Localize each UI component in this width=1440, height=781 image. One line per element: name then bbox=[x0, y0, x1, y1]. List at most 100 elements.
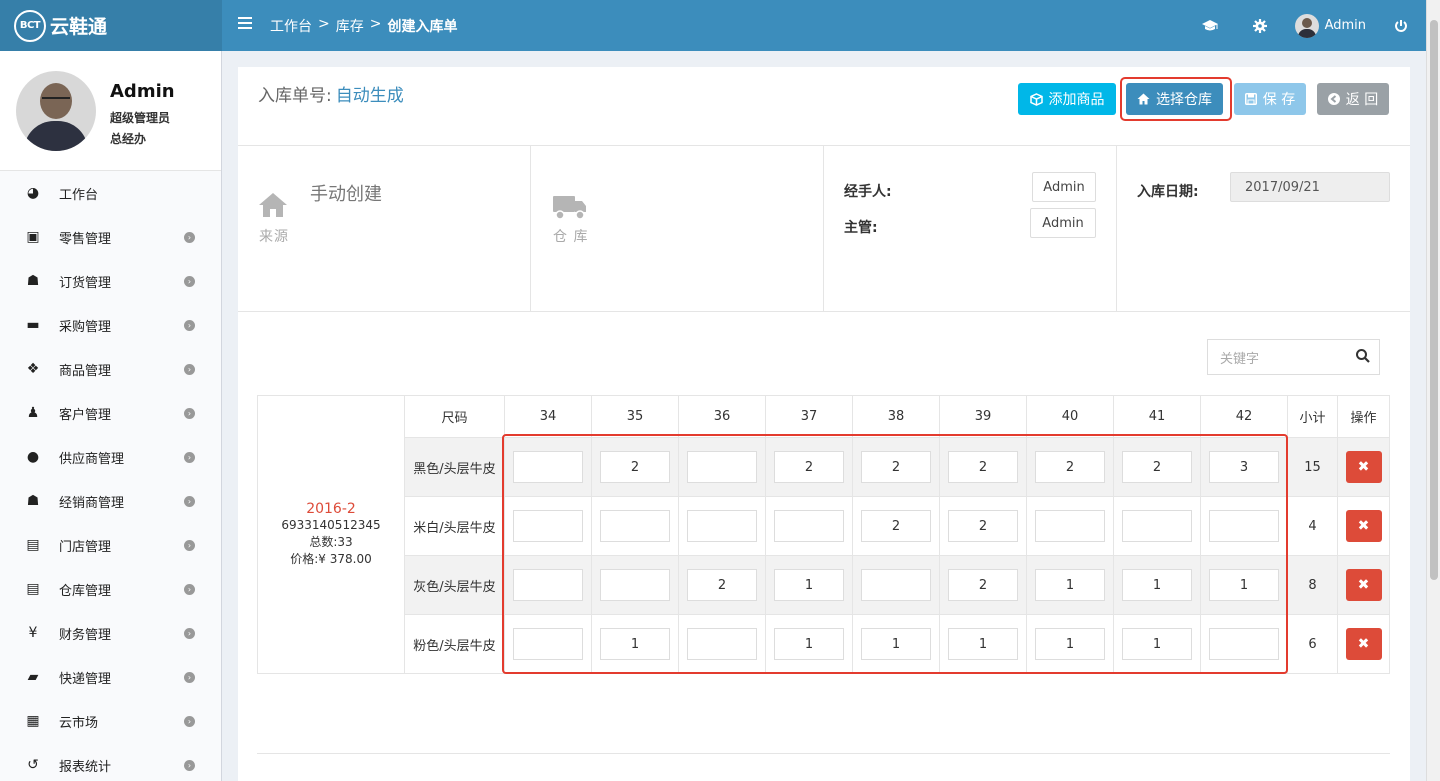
sidebar-item-1[interactable]: ▣ 零售管理 › bbox=[0, 215, 221, 259]
quantity-input[interactable] bbox=[687, 451, 757, 483]
quantity-input[interactable]: 2 bbox=[861, 451, 931, 483]
date-field[interactable]: 2017/09/21 bbox=[1230, 172, 1390, 202]
quantity-cell: 1 bbox=[765, 555, 853, 615]
delete-row-button[interactable]: ✖ bbox=[1345, 628, 1382, 660]
quantity-cell bbox=[678, 614, 766, 674]
search-placeholder: 关键字 bbox=[1220, 351, 1260, 367]
quantity-cell bbox=[591, 496, 679, 556]
sidebar-item-12[interactable]: ▦ 云市场 › bbox=[0, 699, 221, 743]
search-input[interactable]: 关键字 bbox=[1207, 339, 1380, 375]
manager-field[interactable]: Admin bbox=[1030, 208, 1096, 238]
quantity-input[interactable] bbox=[513, 510, 583, 542]
quantity-input[interactable]: 2 bbox=[600, 451, 670, 483]
size-column-header: 41 bbox=[1113, 395, 1201, 438]
delete-row-button[interactable]: ✖ bbox=[1345, 569, 1382, 601]
quantity-input[interactable] bbox=[600, 569, 670, 601]
quantity-input[interactable]: 2 bbox=[1035, 451, 1105, 483]
sidebar-item-label: 订货管理 bbox=[59, 275, 112, 291]
sidebar-item-4[interactable]: ❖ 商品管理 › bbox=[0, 347, 221, 391]
quantity-cell: 2 bbox=[939, 496, 1027, 556]
quantity-input[interactable]: 1 bbox=[1035, 569, 1105, 601]
money-icon: ▣ bbox=[26, 229, 40, 245]
graduation-cap-icon[interactable] bbox=[1185, 0, 1235, 51]
breadcrumb: 工作台 > 库存 > 创建入库单 bbox=[270, 16, 457, 36]
vertical-scrollbar[interactable] bbox=[1426, 0, 1440, 781]
table-row: 黑色/头层牛皮 2 2 2 2 2 2 3 15 ✖ bbox=[258, 437, 1390, 497]
quantity-input[interactable] bbox=[513, 628, 583, 660]
quantity-input[interactable] bbox=[861, 569, 931, 601]
sidebar-item-10[interactable]: ¥ 财务管理 › bbox=[0, 611, 221, 655]
quantity-input[interactable]: 1 bbox=[1122, 628, 1192, 660]
delete-row-button[interactable]: ✖ bbox=[1345, 451, 1382, 483]
add-product-button[interactable]: 添加商品 bbox=[1018, 83, 1116, 115]
sidebar-item-6[interactable]: ● 供应商管理 › bbox=[0, 435, 221, 479]
sidebar-item-5[interactable]: ♟ 客户管理 › bbox=[0, 391, 221, 435]
quantity-input[interactable] bbox=[1122, 510, 1192, 542]
quantity-input[interactable]: 1 bbox=[600, 628, 670, 660]
quantity-input[interactable]: 1 bbox=[774, 628, 844, 660]
truck-icon: ▰ bbox=[27, 669, 39, 685]
delete-row-button[interactable]: ✖ bbox=[1345, 510, 1382, 542]
quantity-cell: 3 bbox=[1200, 437, 1288, 497]
chevron-right-icon: › bbox=[184, 275, 195, 287]
table-row: 灰色/头层牛皮 2 1 2 1 1 1 8 ✖ bbox=[258, 555, 1390, 615]
scrollbar-thumb[interactable] bbox=[1430, 20, 1438, 580]
quantity-cell: 2 bbox=[939, 555, 1027, 615]
size-column-header: 38 bbox=[852, 395, 940, 438]
quantity-input[interactable]: 1 bbox=[861, 628, 931, 660]
sidebar-item-0[interactable]: ◕ 工作台 bbox=[0, 171, 221, 215]
quantity-input[interactable]: 1 bbox=[948, 628, 1018, 660]
quantity-input[interactable] bbox=[513, 451, 583, 483]
handler-field[interactable]: Admin bbox=[1032, 172, 1096, 202]
sidebar-item-7[interactable]: ☗ 经销商管理 › bbox=[0, 479, 221, 523]
quantity-input[interactable] bbox=[1035, 510, 1105, 542]
sidebar-item-9[interactable]: ▤ 仓库管理 › bbox=[0, 567, 221, 611]
quantity-input[interactable]: 3 bbox=[1209, 451, 1279, 483]
quantity-input[interactable] bbox=[1209, 628, 1279, 660]
quantity-input[interactable]: 1 bbox=[1122, 569, 1192, 601]
quantity-input[interactable]: 1 bbox=[1209, 569, 1279, 601]
sidebar-item-label: 快递管理 bbox=[59, 671, 112, 687]
quantity-input[interactable]: 2 bbox=[1122, 451, 1192, 483]
sidebar-item-13[interactable]: ↺ 报表统计 › bbox=[0, 743, 221, 781]
sidebar-item-11[interactable]: ▰ 快递管理 › bbox=[0, 655, 221, 699]
sidebar-item-3[interactable]: ▬ 采购管理 › bbox=[0, 303, 221, 347]
quantity-input[interactable]: 1 bbox=[774, 569, 844, 601]
product-code[interactable]: 2016-2 bbox=[258, 501, 404, 517]
sidebar-item-2[interactable]: ☗ 订货管理 › bbox=[0, 259, 221, 303]
quantity-input[interactable]: 2 bbox=[948, 510, 1018, 542]
sidebar-item-label: 财务管理 bbox=[59, 627, 112, 643]
sidebar-item-label: 云市场 bbox=[59, 715, 99, 731]
breadcrumb-item-inventory[interactable]: 库存 bbox=[336, 16, 364, 36]
quantity-input[interactable]: 2 bbox=[687, 569, 757, 601]
quantity-cell: 1 bbox=[1200, 555, 1288, 615]
quantity-input[interactable]: 2 bbox=[948, 451, 1018, 483]
search-icon[interactable] bbox=[1355, 348, 1371, 364]
quantity-input[interactable]: 1 bbox=[1035, 628, 1105, 660]
quantity-cell: 2 bbox=[852, 496, 940, 556]
logo-badge: BCT bbox=[14, 9, 46, 42]
sidebar-item-8[interactable]: ▤ 门店管理 › bbox=[0, 523, 221, 567]
breadcrumb-item-workbench[interactable]: 工作台 bbox=[270, 16, 312, 36]
quantity-input[interactable]: 2 bbox=[861, 510, 931, 542]
back-button[interactable]: 返 回 bbox=[1317, 83, 1389, 115]
size-column-header: 42 bbox=[1200, 395, 1288, 438]
quantity-input[interactable] bbox=[687, 628, 757, 660]
archive-icon: ▤ bbox=[26, 537, 40, 553]
quantity-input[interactable]: 2 bbox=[774, 451, 844, 483]
app-logo[interactable]: BCT 云鞋通 bbox=[0, 0, 222, 51]
sidebar-toggle-icon[interactable] bbox=[238, 17, 252, 29]
quantity-input[interactable] bbox=[600, 510, 670, 542]
quantity-input[interactable] bbox=[774, 510, 844, 542]
save-button[interactable]: 保 存 bbox=[1234, 83, 1306, 115]
quantity-input[interactable] bbox=[687, 510, 757, 542]
truck-icon bbox=[553, 194, 587, 227]
power-icon[interactable] bbox=[1376, 0, 1426, 51]
user-menu[interactable]: Admin bbox=[1285, 0, 1376, 51]
operation-header: 操作 bbox=[1337, 395, 1390, 438]
quantity-cell: 1 bbox=[591, 614, 679, 674]
quantity-input[interactable] bbox=[513, 569, 583, 601]
gear-icon[interactable] bbox=[1235, 0, 1285, 51]
quantity-input[interactable] bbox=[1209, 510, 1279, 542]
quantity-input[interactable]: 2 bbox=[948, 569, 1018, 601]
